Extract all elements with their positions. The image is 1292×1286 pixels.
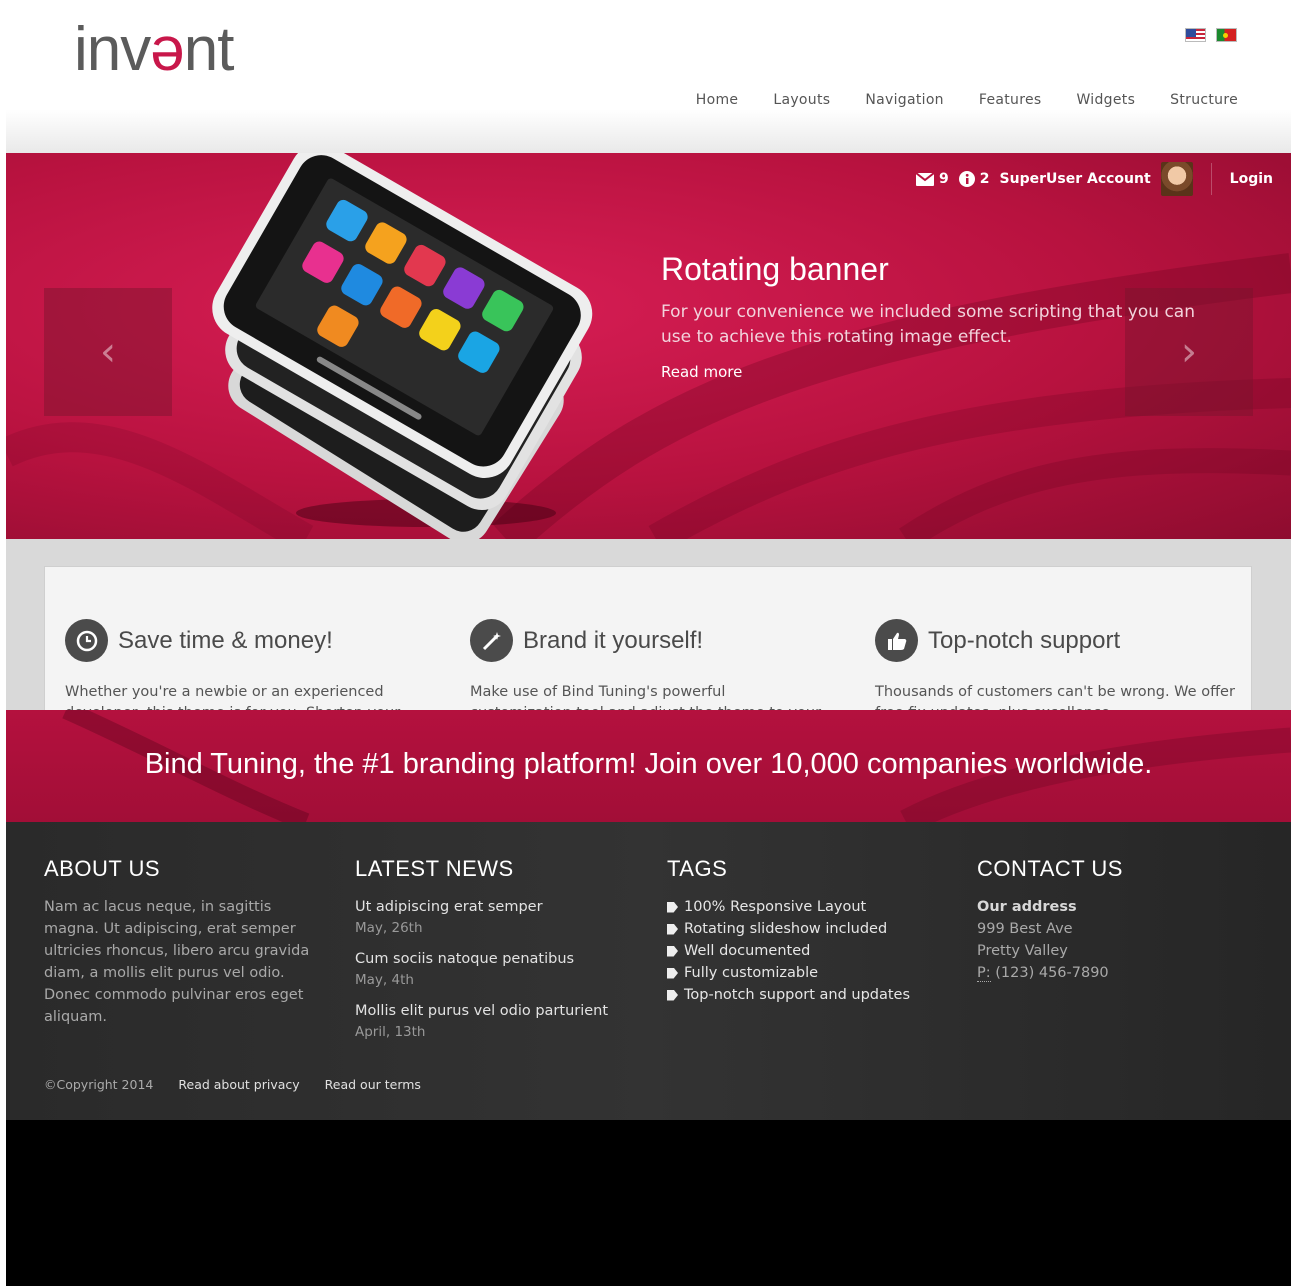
cta-strip: Bind Tuning, the #1 branding platform! J…: [6, 710, 1291, 822]
footer-contact: CONTACT US Our address 999 Best Ave Pret…: [977, 856, 1123, 984]
news-item[interactable]: Mollis elit purus vel odio parturient Ap…: [355, 1000, 608, 1042]
footer-about-text: Nam ac lacus neque, in sagittis magna. U…: [44, 899, 310, 1025]
terms-link[interactable]: Read our terms: [325, 1077, 421, 1092]
banner-prev-button[interactable]: ‹: [44, 288, 172, 416]
feature-title: Top-notch support: [928, 626, 1121, 654]
read-more-link[interactable]: Read more: [661, 363, 742, 381]
phone-illustration: [212, 153, 593, 539]
news-title[interactable]: Mollis elit purus vel odio parturient: [355, 1000, 608, 1022]
footer-tags-title: TAGS: [667, 856, 728, 881]
logo-text-suffix: nt: [183, 15, 235, 84]
messages-count: 9: [939, 171, 949, 187]
tag-icon: [667, 945, 678, 957]
slide-description: For your convenience we included some sc…: [661, 302, 1195, 347]
footer: ABOUT US Nam ac lacus neque, in sagittis…: [6, 822, 1291, 1120]
cta-text: Bind Tuning, the #1 branding platform! J…: [144, 748, 1153, 780]
news-title[interactable]: Cum sociis natoque penatibus: [355, 948, 608, 970]
slide-caption: Rotating banner For your convenience we …: [661, 251, 1201, 381]
address-title: Our address: [977, 899, 1077, 915]
copyright-bar: ©Copyright 2014 Read about privacy Read …: [44, 1077, 421, 1092]
tag-item[interactable]: Fully customizable: [667, 962, 910, 984]
nav-home[interactable]: Home: [696, 92, 739, 108]
clock-icon: [65, 619, 108, 662]
news-item[interactable]: Cum sociis natoque penatibus May, 4th: [355, 948, 608, 990]
tag-list: 100% Responsive Layout Rotating slidesho…: [667, 896, 910, 1006]
page: invənt Home Layouts Navigation Features …: [6, 8, 1291, 1286]
chevron-left-icon: ‹: [100, 329, 116, 375]
user-bar: 9 2 SuperUser Account Login: [916, 162, 1273, 196]
rotating-banner: 9 2 SuperUser Account Login ‹ › Rotating…: [6, 153, 1291, 539]
footer-contact-title: CONTACT US: [977, 856, 1123, 881]
tag-icon: [667, 923, 678, 935]
tag-label: 100% Responsive Layout: [684, 899, 867, 915]
tag-item[interactable]: Rotating slideshow included: [667, 918, 910, 940]
notifications-indicator[interactable]: 2: [958, 171, 990, 187]
phone-line: P: (123) 456-7890: [977, 962, 1123, 984]
phone-number: (123) 456-7890: [995, 965, 1109, 981]
feature-save-time: Save time & money! Whether you're a newb…: [65, 619, 425, 710]
account-link[interactable]: SuperUser Account: [1000, 171, 1151, 187]
magic-wand-icon: [470, 619, 513, 662]
english-flag-icon[interactable]: [1185, 28, 1206, 42]
envelope-icon: [916, 172, 935, 186]
phone-label: P:: [977, 965, 991, 982]
tag-label: Fully customizable: [684, 965, 819, 981]
nav-features[interactable]: Features: [979, 92, 1042, 108]
tag-icon: [667, 967, 678, 979]
header: invənt Home Layouts Navigation Features …: [6, 8, 1291, 153]
tag-label: Well documented: [684, 943, 811, 959]
address-street: 999 Best Ave: [977, 921, 1073, 937]
address-city: Pretty Valley: [977, 943, 1068, 959]
features-panel: Save time & money! Whether you're a newb…: [44, 566, 1252, 710]
feature-text: Thousands of customers can't be wrong. W…: [875, 684, 1235, 710]
logo-text-accent: ə: [150, 15, 184, 84]
login-link[interactable]: Login: [1230, 171, 1273, 187]
feature-title: Brand it yourself!: [523, 626, 704, 654]
logo-text-prefix: inv: [74, 15, 151, 84]
nav-navigation[interactable]: Navigation: [865, 92, 944, 108]
tag-item[interactable]: 100% Responsive Layout: [667, 896, 910, 918]
news-date: April, 13th: [355, 1024, 426, 1040]
footer-about: ABOUT US Nam ac lacus neque, in sagittis…: [44, 856, 329, 1028]
footer-news-title: LATEST NEWS: [355, 856, 514, 881]
feature-title: Save time & money!: [118, 626, 333, 654]
feature-support: Top-notch support Thousands of customers…: [875, 619, 1235, 710]
tag-item[interactable]: Well documented: [667, 940, 910, 962]
slide-title: Rotating banner: [661, 251, 889, 287]
main-nav: Home Layouts Navigation Features Widgets…: [696, 92, 1238, 108]
tag-icon: [667, 989, 678, 1001]
tag-label: Rotating slideshow included: [684, 921, 888, 937]
nav-structure[interactable]: Structure: [1170, 92, 1238, 108]
feature-text: Whether you're a newbie or an experience…: [65, 684, 400, 710]
tag-icon: [667, 901, 678, 913]
copyright-text: ©Copyright 2014: [44, 1077, 154, 1092]
privacy-link[interactable]: Read about privacy: [178, 1077, 299, 1092]
feature-brand-it: Brand it yourself! Make use of Bind Tuni…: [470, 619, 830, 710]
footer-news: LATEST NEWS Ut adipiscing erat semper Ma…: [355, 856, 608, 1052]
news-item[interactable]: Ut adipiscing erat semper May, 26th: [355, 896, 608, 938]
tag-item[interactable]: Top-notch support and updates: [667, 984, 910, 1006]
thumbs-up-icon: [875, 619, 918, 662]
logo[interactable]: invənt: [74, 14, 235, 85]
notifications-count: 2: [979, 171, 990, 187]
nav-layouts[interactable]: Layouts: [773, 92, 830, 108]
footer-tags: TAGS 100% Responsive Layout Rotating sli…: [667, 856, 910, 1006]
language-selector: [1185, 28, 1237, 42]
avatar[interactable]: [1160, 162, 1193, 196]
nav-widgets[interactable]: Widgets: [1076, 92, 1135, 108]
page-bottom-area: [6, 1120, 1291, 1286]
features-section: Save time & money! Whether you're a newb…: [6, 539, 1291, 710]
feature-text: Make use of Bind Tuning's powerful custo…: [470, 684, 821, 710]
news-title[interactable]: Ut adipiscing erat semper: [355, 896, 608, 918]
userbar-divider: [1210, 163, 1212, 195]
footer-about-title: ABOUT US: [44, 856, 161, 881]
news-date: May, 4th: [355, 972, 414, 988]
portuguese-flag-icon[interactable]: [1216, 28, 1237, 42]
info-icon: [958, 171, 975, 187]
news-date: May, 26th: [355, 920, 423, 936]
messages-indicator[interactable]: 9: [916, 171, 949, 187]
tag-label: Top-notch support and updates: [684, 987, 911, 1003]
